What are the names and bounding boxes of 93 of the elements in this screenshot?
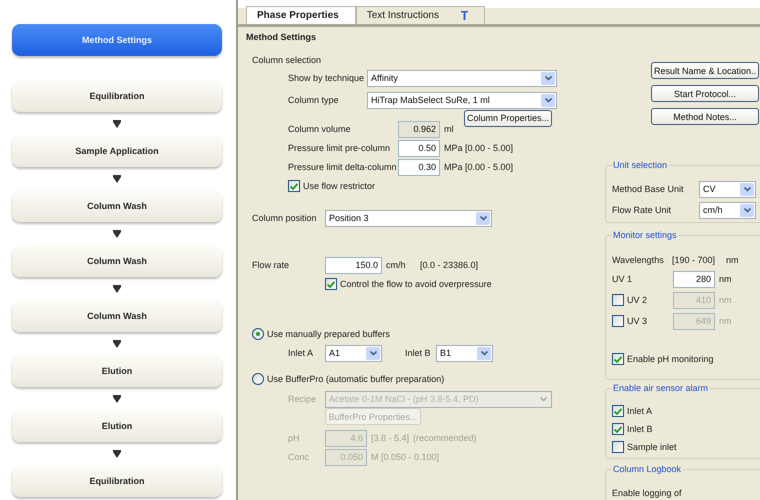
dialog-button[interactable]: Start Protocol...	[651, 85, 759, 102]
down-arrow-icon	[113, 450, 121, 458]
down-arrow-icon	[113, 284, 121, 292]
unit-label: nm	[719, 274, 732, 284]
phase-step[interactable]: Sample Application	[12, 135, 222, 167]
field-label: Column type	[288, 95, 340, 105]
chevron-icon	[540, 396, 546, 402]
checkmark-icon	[614, 408, 622, 414]
checkbox[interactable]: Sample inlet	[612, 441, 677, 453]
phase-step[interactable]: Elution	[12, 355, 222, 387]
field-label: Conc	[288, 452, 310, 462]
group-title: Monitor settings	[612, 230, 678, 240]
unit-label: MPa [0.00 - 5.00]	[444, 143, 514, 153]
number-field[interactable]: 0.30	[398, 158, 440, 176]
checkbox[interactable]: Inlet B	[612, 423, 653, 435]
checkmark-icon	[614, 426, 622, 432]
chevron-icon	[744, 186, 750, 192]
field-label: Flow rate	[252, 260, 290, 270]
checkbox[interactable]: UV 3	[612, 315, 669, 327]
field-label: Pressure limit delta-column	[288, 162, 394, 172]
range-label: M [0.050 - 0.100]	[371, 452, 440, 462]
range-label: [190 - 700]	[672, 255, 716, 265]
field-label: Show by technique	[288, 73, 363, 83]
radio-button[interactable]: Use BufferPro (automatic buffer preparation)	[252, 373, 444, 385]
unit-label: cm/h	[386, 260, 407, 270]
field-label: pH	[288, 433, 301, 443]
down-arrow-icon	[113, 120, 121, 128]
dropdown[interactable]: B1	[436, 344, 493, 362]
logbook-label: Enable logging of	[612, 488, 682, 498]
field-label: Pressure limit pre-column	[288, 143, 392, 153]
tab[interactable]: Text Instructions	[356, 6, 485, 24]
field-label: Wavelengths	[612, 255, 665, 265]
column-properties-button[interactable]: Column Properties...	[464, 110, 552, 126]
group-title: Column Logbook	[612, 464, 682, 474]
wavelength-field[interactable]: 280	[673, 270, 715, 288]
down-arrow-icon	[113, 174, 121, 182]
dropdown[interactable]: Affinity	[367, 70, 557, 86]
dropdown[interactable]: HiTrap MabSelect SuRe, 1 ml	[367, 92, 557, 108]
dropdown[interactable]: Position 3	[325, 210, 492, 226]
dropdown[interactable]: A1	[325, 344, 382, 362]
phase-step[interactable]: Method Settings	[12, 24, 222, 56]
checkbox[interactable]: Inlet A	[612, 405, 652, 417]
checkmark-icon	[290, 182, 298, 190]
dialog-button[interactable]: Result Name & Location..	[651, 62, 759, 79]
phase-step[interactable]: Elution	[12, 410, 222, 442]
number-field[interactable]: 0.50	[398, 140, 440, 156]
field-label: Column volume	[288, 124, 352, 134]
field-label: Method Base Unit	[612, 184, 685, 194]
flow-rate-field[interactable]: 150.0	[325, 256, 382, 274]
unit-label: ml	[444, 124, 454, 134]
unit-label: nm	[726, 255, 739, 265]
tab[interactable]: Phase Properties	[246, 6, 356, 24]
checkbox[interactable]: Enable pH monitoring	[612, 353, 714, 365]
down-arrow-icon	[113, 340, 121, 348]
phase-step[interactable]: Equilibration	[12, 465, 222, 497]
phase-step[interactable]: Column Wash	[12, 190, 222, 222]
unit-label: nm	[719, 316, 732, 326]
phase-step[interactable]: Column Wash	[12, 245, 222, 277]
note-label: (recommended)	[413, 433, 477, 443]
down-arrow-icon	[113, 230, 121, 238]
field-label: Flow Rate Unit	[612, 205, 672, 215]
field-label: Column position	[252, 213, 318, 223]
checkmark-icon	[327, 280, 335, 288]
dropdown[interactable]: CV	[699, 180, 756, 198]
down-arrow-icon	[113, 394, 121, 402]
group-label: Column selection	[252, 55, 322, 65]
group-title: Unit selection	[612, 160, 668, 170]
checkbox[interactable]: UV 2	[612, 294, 669, 306]
range-label: [3.8 - 5.4]	[371, 433, 409, 443]
field-label: Inlet A	[288, 348, 314, 358]
chevron-icon	[370, 350, 376, 356]
field-label: Inlet B	[405, 348, 432, 358]
field-label: Recipe	[288, 394, 318, 404]
field-label: UV 1	[612, 274, 634, 284]
number-field: 0.962	[398, 120, 440, 138]
unit-label: nm	[719, 295, 732, 305]
chevron-icon	[544, 76, 552, 80]
chevron-icon	[544, 98, 552, 102]
chevron-icon	[480, 216, 486, 220]
dialog-button[interactable]: Method Notes...	[651, 108, 759, 125]
group-title: Enable air sensor alarm	[612, 383, 710, 393]
section-title: Method Settings	[246, 32, 317, 44]
unit-label: MPa [0.00 - 5.00]	[444, 162, 514, 172]
radio-button[interactable]: Use manually prepared buffers	[252, 328, 390, 340]
phase-step[interactable]: Column Wash	[12, 300, 222, 332]
checkmark-icon	[614, 356, 622, 362]
checkbox[interactable]: Use flow restrictor	[288, 180, 376, 192]
checkbox[interactable]: Control the flow to avoid overpressure	[325, 278, 492, 290]
chevron-icon	[480, 350, 488, 356]
dropdown[interactable]: cm/h	[699, 202, 756, 218]
phase-step[interactable]: Equilibration	[12, 80, 222, 112]
range-label: [0.0 - 23386.0]	[420, 260, 478, 270]
chevron-icon	[744, 208, 750, 212]
